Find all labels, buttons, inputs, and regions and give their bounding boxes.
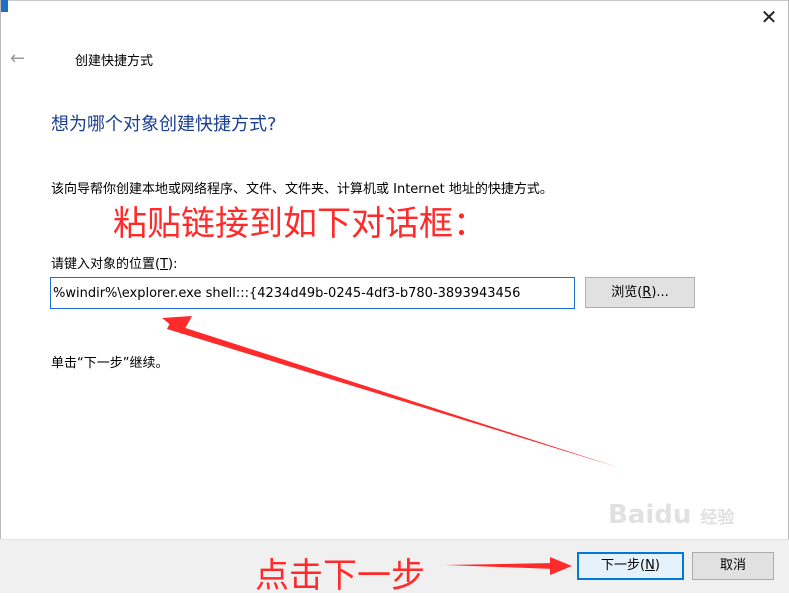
window-left-border	[0, 0, 1, 592]
arrow-to-input-head	[162, 316, 192, 334]
window-top-edge	[0, 0, 789, 1]
annotation-click-next: 点击下一步	[255, 556, 425, 596]
location-input[interactable]	[50, 277, 575, 309]
wizard-description: 该向导帮你创建本地或网络程序、文件、文件夹、计算机或 Internet 地址的快…	[51, 182, 553, 197]
watermark-brand: Bai	[608, 500, 655, 530]
location-label-access-key: T	[160, 257, 169, 272]
browse-access-key: R	[642, 285, 652, 300]
wizard-title: 创建快捷方式	[75, 54, 154, 69]
arrow-to-input	[167, 323, 617, 467]
back-arrow-icon[interactable]: ←	[10, 48, 25, 69]
annotation-paste-instruction: 粘贴链接到如下对话框：	[113, 204, 487, 244]
continue-hint: 单击“下一步”继续。	[51, 356, 169, 371]
next-label-prefix: 下一步(	[601, 558, 646, 573]
location-label-suffix: ):	[168, 257, 178, 272]
close-icon[interactable]: ✕	[758, 6, 780, 28]
watermark-paw: du	[654, 500, 692, 530]
page-heading: 想为哪个对象创建快捷方式?	[51, 114, 277, 135]
location-label-prefix: 请键入对象的位置(	[51, 257, 161, 272]
accent-strip	[0, 0, 8, 12]
next-access-key: N	[645, 558, 655, 573]
browse-label-suffix: )...	[651, 285, 669, 300]
browse-button[interactable]: 浏览(R)...	[585, 277, 695, 308]
cancel-button[interactable]: 取消	[692, 552, 774, 580]
browse-label-prefix: 浏览(	[611, 285, 643, 300]
next-button[interactable]: 下一步(N)	[577, 552, 684, 580]
baidu-watermark: Baidu 经验	[608, 500, 734, 530]
watermark-suffix: 经验	[700, 508, 735, 528]
next-label-suffix: )	[654, 558, 660, 573]
location-label: 请键入对象的位置(T):	[51, 253, 177, 272]
